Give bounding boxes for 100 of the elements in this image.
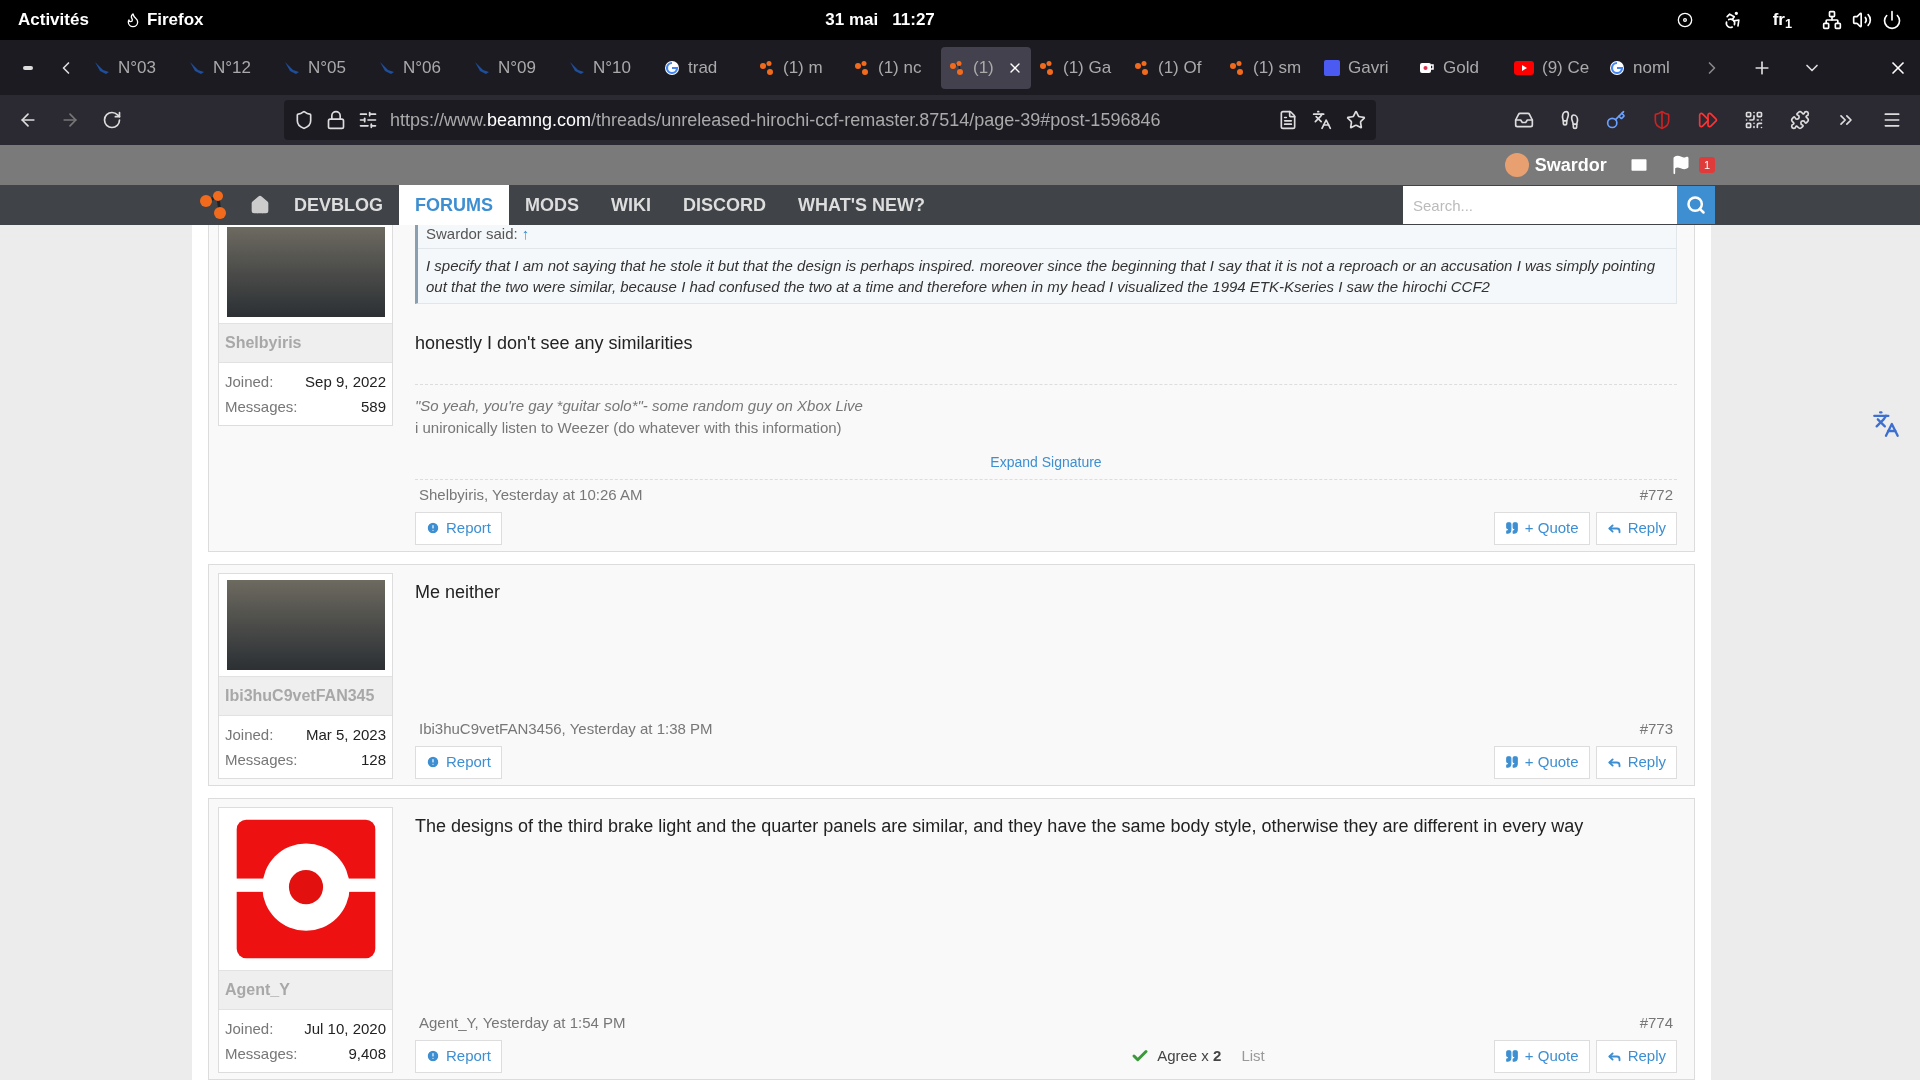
- browser-tab[interactable]: (1) nc: [846, 46, 941, 89]
- lock-icon: [326, 110, 346, 130]
- joined-label: Joined:: [225, 1018, 274, 1039]
- quote-icon: [1504, 1049, 1519, 1064]
- quote-icon: [1504, 521, 1519, 536]
- dots-logo-icon: [1229, 59, 1245, 76]
- signature-line: i unironically listen to Weezer (do whatever with this information): [415, 418, 843, 438]
- username: Shelbyiris: [219, 323, 392, 363]
- post-meta: Ibi3huC9vetFAN3456, Yesterday at 1:38 PM: [419, 718, 713, 739]
- joined-date: Jul 10, 2020: [304, 1018, 386, 1039]
- alert-icon: [426, 755, 440, 770]
- nav-link[interactable]: DEVBLOG: [278, 185, 399, 225]
- joined-date: Mar 5, 2023: [305, 724, 386, 745]
- browser-tab[interactable]: (1) Ga: [1031, 46, 1126, 89]
- disc-icon: [1676, 12, 1693, 28]
- volume-icon: [1852, 10, 1872, 30]
- browser-tab[interactable]: N°12: [181, 46, 276, 89]
- square-icon: [1324, 59, 1340, 76]
- post-meta: Agent_Y, Yesterday at 1:54 PM: [419, 1012, 626, 1033]
- nav-link[interactable]: WHAT'S NEW?: [782, 185, 941, 225]
- search-button[interactable]: [1677, 186, 1715, 224]
- messages-label: Messages:: [225, 749, 298, 770]
- browser-tab[interactable]: N°06: [371, 46, 466, 89]
- address-bar[interactable]: https://www.beamng.com/threads/unreleased-hirochi-ccf-remaster.87514/page-39#post-1596846: [284, 100, 1376, 140]
- activities-button[interactable]: Activités: [18, 7, 89, 33]
- search-field[interactable]: Search...: [1403, 186, 1677, 224]
- nav-link[interactable]: DISCORD: [667, 185, 783, 225]
- message-count: 589: [360, 397, 386, 417]
- swoosh-icon: [94, 59, 110, 76]
- message-text: Me neither: [415, 580, 502, 604]
- browser-tab[interactable]: N°03: [86, 46, 181, 89]
- bookmark-star-icon: [1346, 110, 1366, 130]
- dash-icon: [23, 65, 33, 70]
- quote-button[interactable]: + Quote: [1493, 746, 1590, 779]
- url-text: https://www.beamng.com/threads/unreleased-hirochi-ccf-remaster.87514/page-39#post-1596846: [390, 108, 1161, 132]
- browser-tab[interactable]: (9) Ce: [1506, 46, 1601, 89]
- permissions-icon: [358, 110, 378, 130]
- quote-icon: [1504, 755, 1519, 770]
- quote-button[interactable]: + Quote: [1493, 1040, 1590, 1073]
- dots-logo-icon: [854, 59, 870, 76]
- alert-count-badge[interactable]: 1: [1698, 156, 1715, 174]
- messages-label: Messages:: [225, 1043, 298, 1064]
- joined-label: Joined:: [225, 372, 274, 392]
- clock: 11:27: [892, 9, 935, 32]
- reader-icon: [1278, 110, 1298, 130]
- browser-tab[interactable]: (1) Of: [1126, 46, 1221, 89]
- joined-date: Sep 9, 2022: [305, 372, 386, 392]
- dots-logo-icon: [1134, 59, 1150, 76]
- menu-icon: [1882, 110, 1902, 130]
- post-meta: Shelbyiris, Yesterday at 10:26 AM: [419, 484, 643, 505]
- browser-tab[interactable]: Gavri: [1316, 46, 1411, 89]
- swoosh-icon: [189, 59, 205, 76]
- account-link[interactable]: Swardor: [1534, 151, 1607, 179]
- accessibility-icon: [1722, 10, 1743, 30]
- shield-badge-icon: [1652, 110, 1672, 130]
- shield-icon: [294, 110, 314, 130]
- search-icon: [1686, 195, 1706, 215]
- quote-author: Swardor said:: [426, 225, 518, 244]
- play-icon: [1514, 59, 1534, 76]
- browser-tab[interactable]: N°09: [466, 46, 561, 89]
- g-letter-icon: [664, 59, 680, 76]
- message-text: The designs of the third brake light and the quarter panels are similar, and they have the same body style, otherwise they are different in every way: [415, 814, 1585, 838]
- nav-link[interactable]: WIKI: [595, 185, 667, 225]
- messages-label: Messages:: [225, 397, 298, 417]
- dots-logo-icon: [1039, 59, 1055, 76]
- network-icon: [1822, 10, 1842, 30]
- joined-label: Joined:: [225, 724, 274, 745]
- quote-text: I specify that I am not saying that he stole it but that the design is perhaps inspired. moreover since the beginning that I say that it is not a reproach or an accusation I was simply pointing out that the two were similar, because I had confused the two at a time and therefore when in my head I visualized the 1994 ETK-Kseries I saw the hirochi CCF2: [425, 255, 1657, 297]
- message-count: 9,408: [348, 1043, 386, 1064]
- g-letter-icon: [1609, 59, 1625, 76]
- post-number-link[interactable]: #772: [1639, 483, 1673, 506]
- translate-icon: [1312, 110, 1332, 130]
- browser-tab[interactable]: noml: [1601, 46, 1696, 89]
- keyboard-layout[interactable]: fr$_{1}$: [1772, 7, 1792, 33]
- browser-tab[interactable]: N°10: [561, 46, 656, 89]
- extensions-icon: [1790, 110, 1810, 130]
- swoosh-icon: [379, 59, 395, 76]
- key-icon: [1606, 110, 1626, 130]
- home-icon: [250, 195, 270, 215]
- browser-tab[interactable]: Gold: [1411, 46, 1506, 89]
- alert-icon: [426, 1049, 440, 1064]
- qr-code-icon: [1744, 110, 1764, 130]
- dots-logo-icon: [759, 59, 775, 76]
- dots-logo-icon: [949, 59, 965, 76]
- browser-tab[interactable]: trad: [656, 46, 751, 89]
- nav-link[interactable]: MODS: [509, 185, 595, 225]
- message-text: honestly I don't see any similarities: [415, 331, 694, 355]
- user-avatar: [1504, 153, 1529, 177]
- power-icon: [1882, 10, 1902, 30]
- post-number-link[interactable]: #773: [1639, 717, 1673, 740]
- tray-icon: [1514, 110, 1534, 130]
- swoosh-icon: [569, 59, 585, 76]
- browser-tab[interactable]: (1) sm: [1221, 46, 1316, 89]
- browser-tab[interactable]: N°05: [276, 46, 371, 89]
- footprint-icon: [1560, 110, 1580, 130]
- browser-tab[interactable]: (1): [941, 46, 1031, 89]
- post-number-link[interactable]: #774: [1639, 1011, 1673, 1034]
- quote-button[interactable]: + Quote: [1493, 512, 1590, 545]
- username: Ibi3huC9vetFAN345: [219, 675, 392, 716]
- browser-tab[interactable]: (1) m: [751, 46, 846, 89]
